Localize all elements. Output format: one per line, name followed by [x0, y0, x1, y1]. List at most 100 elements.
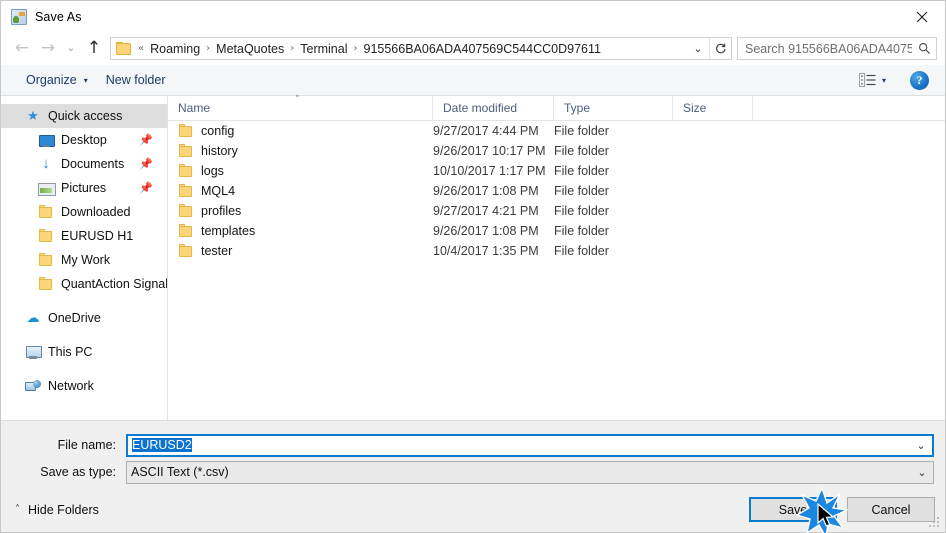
hide-folders-button[interactable]: ˄ Hide Folders [15, 503, 99, 517]
table-row[interactable]: logs 10/10/2017 1:17 PM File folder [168, 161, 945, 181]
sidebar-item-this-pc[interactable]: This PC [1, 340, 167, 364]
sidebar-item-label: EURUSD H1 [61, 229, 134, 243]
breadcrumb-item-metaquotes[interactable]: MetaQuotes [213, 40, 287, 58]
pictures-icon [38, 180, 56, 196]
resize-grip[interactable] [929, 517, 941, 529]
address-bar[interactable]: « Roaming › MetaQuotes › Terminal › 9155… [110, 37, 732, 60]
close-button[interactable] [899, 1, 945, 32]
save-as-type-select[interactable]: ASCII Text (*.csv) ⌄ [126, 460, 934, 484]
new-folder-button[interactable]: New folder [97, 69, 175, 91]
sidebar-divider [1, 364, 167, 374]
folder-icon [38, 204, 54, 220]
sidebar-item-eurusd-h1[interactable]: EURUSD H1 [1, 224, 167, 248]
sidebar-item-my-work[interactable]: My Work [1, 248, 167, 272]
save-as-type-dropdown-button[interactable]: ⌄ [911, 466, 933, 479]
pin-icon: 📌 [139, 182, 153, 195]
view-options-icon [858, 73, 876, 87]
folder-icon [38, 276, 54, 292]
dialog-footer: ˄ Hide Folders Save Cancel [1, 487, 945, 532]
recent-locations-button[interactable]: ⌄ [61, 36, 81, 62]
sidebar-item-pictures[interactable]: Pictures 📌 [1, 176, 167, 200]
cancel-button[interactable]: Cancel [847, 497, 935, 522]
column-header-name[interactable]: Name ˄ [168, 95, 433, 120]
file-name: MQL4 [201, 184, 236, 198]
breadcrumb-item-roaming[interactable]: Roaming [147, 40, 203, 58]
cancel-button-label: Cancel [871, 502, 911, 517]
sidebar-item-desktop[interactable]: Desktop 📌 [1, 128, 167, 152]
pin-icon: 📌 [139, 158, 153, 171]
column-header-date-modified[interactable]: Date modified [433, 96, 554, 120]
save-as-dialog: Save As ← → ⌄ ↑ « Roaming › MetaQuotes ›… [0, 0, 946, 533]
address-dropdown-button[interactable]: ⌄ [687, 38, 709, 59]
cell-type: File folder [554, 184, 609, 198]
column-label: Date modified [443, 101, 518, 115]
sidebar-item-quick-access[interactable]: ★ Quick access [1, 104, 167, 128]
file-name-value: EURUSD2 [132, 438, 192, 452]
table-row[interactable]: history 9/26/2017 10:17 PM File folder [168, 141, 945, 161]
folder-icon [178, 123, 194, 139]
file-name: profiles [201, 204, 242, 218]
forward-button[interactable]: → [35, 36, 61, 62]
column-label: Type [564, 101, 591, 115]
search-input[interactable]: Search 915566BA06ADA40756... [738, 42, 912, 56]
file-list-panel: Name ˄ Date modified Type Size config 9/… [168, 95, 945, 420]
chevron-down-icon: ⌄ [916, 438, 926, 452]
breadcrumb-item-terminal-id[interactable]: 915566BA06ADA407569C544CC0D97611 [361, 40, 604, 58]
up-button[interactable]: ↑ [81, 36, 107, 62]
column-header-size[interactable]: Size [673, 96, 753, 120]
cell-type: File folder [554, 224, 609, 238]
cell-date-modified: 9/26/2017 1:08 PM [433, 224, 539, 238]
cell-date-modified: 9/27/2017 4:21 PM [433, 204, 539, 218]
help-button[interactable]: ? [910, 70, 929, 90]
sidebar-item-network[interactable]: Network [1, 374, 167, 398]
table-row[interactable]: profiles 9/27/2017 4:21 PM File folder [168, 201, 945, 221]
save-as-type-value: ASCII Text (*.csv) [131, 465, 229, 479]
breadcrumb-separator: › [353, 43, 358, 54]
navigation-bar: ← → ⌄ ↑ « Roaming › MetaQuotes › Termina… [1, 32, 945, 65]
folder-icon [178, 243, 194, 259]
breadcrumb-separator: › [206, 43, 211, 54]
column-header-row: Name ˄ Date modified Type Size [168, 95, 945, 121]
sidebar-item-onedrive[interactable]: ☁ OneDrive [1, 306, 167, 330]
chevron-down-icon: ⌄ [693, 42, 703, 55]
search-icon [912, 42, 936, 55]
file-name-input[interactable]: EURUSD2 ⌄ [126, 433, 934, 457]
table-row[interactable]: config 9/27/2017 4:44 PM File folder [168, 121, 945, 141]
hide-folders-label: Hide Folders [28, 502, 99, 517]
sort-ascending-icon: ˄ [295, 95, 300, 105]
pin-icon: 📌 [139, 134, 153, 147]
table-row[interactable]: MQL4 9/26/2017 1:08 PM File folder [168, 181, 945, 201]
title-bar: Save As [1, 1, 945, 32]
column-header-type[interactable]: Type [554, 96, 673, 120]
back-button[interactable]: ← [9, 36, 35, 62]
file-name-dropdown-button[interactable]: ⌄ [910, 439, 932, 452]
organize-button[interactable]: Organize ▾ [17, 69, 97, 91]
up-arrow-icon: ↑ [86, 38, 102, 58]
file-name: logs [201, 164, 224, 178]
search-box[interactable]: Search 915566BA06ADA40756... [737, 37, 937, 60]
dialog-body: ★ Quick access Desktop 📌 ↓ Documents 📌 P… [1, 95, 945, 420]
sidebar-divider [1, 330, 167, 340]
table-row[interactable]: tester 10/4/2017 1:35 PM File folder [168, 241, 945, 261]
save-button-label: Save [778, 502, 808, 517]
cell-date-modified: 9/26/2017 10:17 PM [433, 144, 546, 158]
cell-name: MQL4 [168, 183, 433, 199]
sidebar-item-documents[interactable]: ↓ Documents 📌 [1, 152, 167, 176]
sidebar-item-label: My Work [61, 253, 111, 267]
folder-icon [178, 143, 194, 159]
refresh-icon [716, 43, 726, 54]
chevron-down-icon: ▾ [881, 75, 886, 85]
save-button[interactable]: Save [749, 497, 837, 522]
view-options-button[interactable]: ▾ [853, 69, 892, 91]
table-row[interactable]: templates 9/26/2017 1:08 PM File folder [168, 221, 945, 241]
cell-name: templates [168, 223, 433, 239]
folder-icon [38, 228, 54, 244]
refresh-button[interactable] [709, 38, 731, 59]
sidebar-item-quantaction-signal[interactable]: QuantAction Signal [1, 272, 167, 296]
file-name-row: File name: EURUSD2 ⌄ [1, 433, 945, 457]
file-name: tester [201, 244, 233, 258]
folder-icon [178, 203, 194, 219]
sidebar-item-label: Pictures [61, 181, 107, 195]
sidebar-item-downloaded[interactable]: Downloaded [1, 200, 167, 224]
breadcrumb-item-terminal[interactable]: Terminal [297, 40, 350, 58]
